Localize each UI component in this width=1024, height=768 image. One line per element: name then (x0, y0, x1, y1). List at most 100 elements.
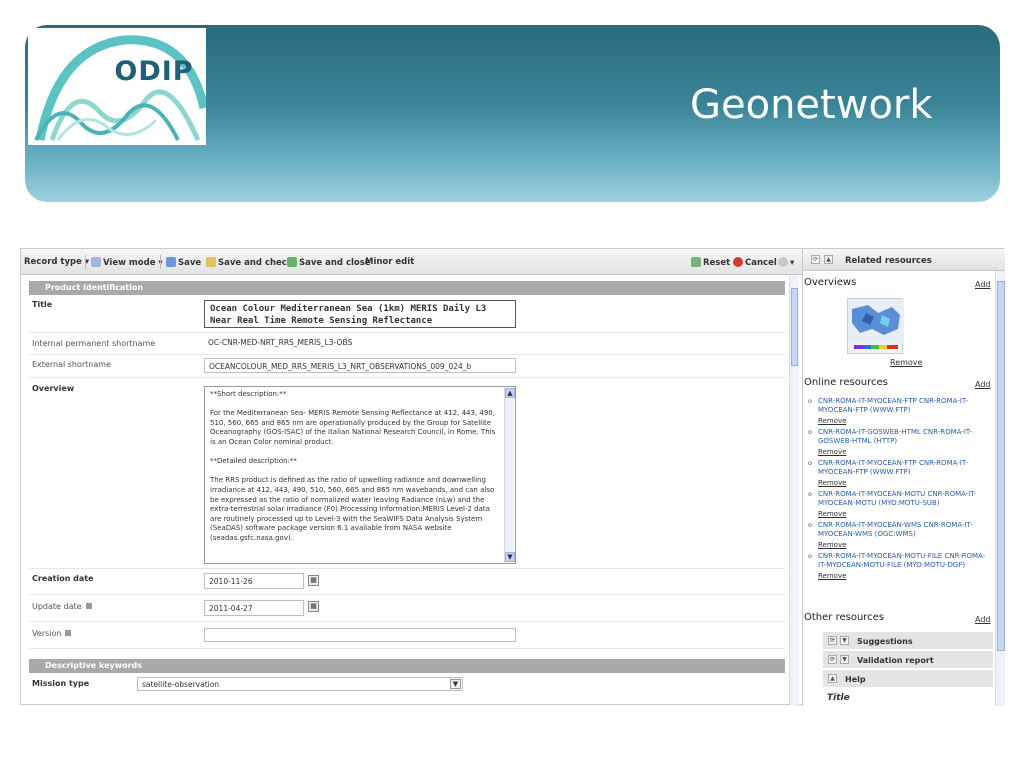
online-resource-link[interactable]: CNR-ROMA-IT-MYOCEAN-FTP CNR-ROMA-IT-MYOC… (818, 459, 968, 476)
online-resource-item[interactable]: CNR-ROMA-IT-MYOCEAN-FTP CNR-ROMA-IT-MYOC… (808, 397, 990, 426)
info-icon (85, 603, 92, 609)
refresh-icon[interactable]: ⟳ (828, 655, 837, 664)
save-icon (166, 257, 176, 267)
logo-text: ODIP (114, 56, 194, 87)
save-check-icon (206, 257, 216, 267)
section-product-identification[interactable]: Product identification (29, 281, 785, 295)
save-and-close-button[interactable]: Save and close (287, 257, 371, 268)
external-shortname-label: External shortname (32, 360, 111, 369)
related-resources-scrollbar[interactable] (995, 271, 1005, 706)
settings-menu[interactable]: ▾ (778, 257, 794, 268)
slide-title: Geonetwork (690, 82, 933, 128)
help-label: Help (845, 675, 866, 684)
creation-date-field[interactable]: 2010-11-26 (204, 573, 304, 589)
row-divider (29, 568, 785, 569)
internal-shortname-value: OC-CNR-MED-NRT_RRS_MERIS_L3-OBS (204, 336, 516, 350)
remove-overview-link[interactable]: Remove (890, 358, 922, 367)
mission-type-select[interactable]: satellite-observation ▼ (137, 677, 463, 691)
form-scrollbar[interactable] (789, 276, 799, 706)
add-online-resource-link[interactable]: Add (975, 380, 991, 389)
remove-link[interactable]: Remove (818, 541, 990, 550)
overview-paragraph: The RRS product is defined as the ratio … (210, 476, 495, 542)
version-label: Version (32, 629, 72, 638)
suggestions-panel-header[interactable]: ⟳ ▼ Suggestions (823, 632, 993, 650)
online-resource-item[interactable]: CNR-ROMA-IT-GOSWEB-HTML CNR-ROMA-IT-GOSW… (808, 428, 990, 457)
online-resource-item[interactable]: CNR-ROMA-IT-MYOCEAN-FTP CNR-ROMA-IT-MYOC… (808, 459, 990, 488)
save-and-check-button[interactable]: Save and check (206, 257, 293, 268)
help-panel-header[interactable]: ▲ Help (823, 670, 993, 688)
scroll-up-icon[interactable]: ▲ (505, 388, 515, 398)
online-resource-item[interactable]: CNR-ROMA-IT-MYOCEAN-WMS CNR-ROMA-IT-MYOC… (808, 521, 990, 550)
help-title: Title (827, 693, 850, 703)
calendar-icon[interactable]: ▦ (308, 601, 319, 612)
related-resources-scroll-thumb[interactable] (997, 281, 1005, 651)
metadata-form: Product identification Title Ocean Colou… (21, 276, 789, 706)
validation-report-label: Validation report (857, 656, 934, 665)
chevron-down-icon[interactable]: ▼ (450, 679, 461, 689)
other-resources-heading: Other resources (804, 612, 885, 623)
related-resources-title: Related resources (845, 256, 932, 266)
calendar-icon[interactable]: ▦ (308, 575, 319, 586)
online-resources-list: CNR-ROMA-IT-MYOCEAN-FTP CNR-ROMA-IT-MYOC… (808, 397, 990, 583)
overview-thumbnail[interactable] (847, 298, 904, 354)
online-resource-link[interactable]: CNR-ROMA-IT-GOSWEB-HTML CNR-ROMA-IT-GOSW… (818, 428, 972, 445)
editor-toolbar: Record type ▾ View mode ▾ Save Save and … (21, 249, 802, 275)
overview-textarea[interactable]: **Short description:** For the Mediterra… (204, 386, 516, 564)
expand-icon[interactable]: ▼ (840, 655, 849, 664)
cancel-icon (733, 257, 743, 267)
map-thumbnail-graphic (848, 299, 904, 349)
update-date-field[interactable]: 2011-04-27 (204, 600, 304, 616)
remove-link[interactable]: Remove (818, 417, 990, 426)
overview-scrollbar[interactable]: ▲ ▼ (504, 388, 515, 562)
reset-icon (691, 257, 701, 267)
remove-link[interactable]: Remove (818, 448, 990, 457)
online-resource-link[interactable]: CNR-ROMA-IT-MYOCEAN-MOTU CNR-ROMA-IT-MYO… (818, 490, 977, 507)
title-label: Title (32, 300, 53, 309)
geonetwork-editor: Record type ▾ View mode ▾ Save Save and … (20, 248, 1005, 706)
update-date-label: Update date (32, 602, 92, 611)
creation-date-label: Creation date (32, 574, 94, 583)
remove-link[interactable]: Remove (818, 510, 990, 519)
minor-edit-button[interactable]: Minor edit (365, 257, 414, 267)
online-resource-item[interactable]: CNR-ROMA-IT-MYOCEAN-MOTU-FILE CNR-ROMA-I… (808, 552, 990, 581)
mission-type-label: Mission type (32, 679, 90, 688)
refresh-icon[interactable]: ⟳ (811, 255, 820, 264)
save-button[interactable]: Save (166, 257, 201, 268)
add-overview-link[interactable]: Add (975, 280, 991, 289)
overview-paragraph: **Short description:** (210, 390, 287, 398)
validation-report-panel-header[interactable]: ⟳ ▼ Validation report (823, 651, 993, 669)
expand-icon[interactable]: ▼ (840, 636, 849, 645)
gear-icon (778, 257, 788, 267)
external-shortname-field[interactable]: OCEANCOLOUR_MED_RRS_MERIS_L3_NRT_OBSERVA… (204, 358, 516, 373)
overview-label: Overview (32, 384, 75, 393)
related-resources-panel: ⟳ ▲ Related resources Overviews Add Remo… (802, 249, 1005, 706)
remove-link[interactable]: Remove (818, 572, 990, 581)
form-scroll-thumb[interactable] (791, 288, 798, 366)
record-type-menu[interactable]: Record type ▾ (24, 257, 89, 267)
row-divider (29, 621, 785, 622)
add-other-resource-link[interactable]: Add (975, 615, 991, 624)
overview-paragraph: **Detailed description:** (210, 457, 297, 466)
online-resource-link[interactable]: CNR-ROMA-IT-MYOCEAN-MOTU-FILE CNR-ROMA-I… (818, 552, 985, 569)
odip-logo: ODIP (28, 28, 206, 145)
scroll-down-icon[interactable]: ▼ (505, 552, 515, 562)
row-divider (29, 648, 785, 649)
refresh-icon[interactable]: ⟳ (828, 636, 837, 645)
view-mode-menu[interactable]: View mode ▾ (91, 257, 163, 268)
online-resource-link[interactable]: CNR-ROMA-IT-MYOCEAN-WMS CNR-ROMA-IT-MYOC… (818, 521, 973, 538)
remove-link[interactable]: Remove (818, 479, 990, 488)
online-resource-link[interactable]: CNR-ROMA-IT-MYOCEAN-FTP CNR-ROMA-IT-MYOC… (818, 397, 968, 414)
overviews-heading: Overviews (804, 277, 857, 288)
save-close-icon (287, 257, 297, 267)
reset-button[interactable]: Reset (691, 257, 730, 268)
online-resource-item[interactable]: CNR-ROMA-IT-MYOCEAN-MOTU CNR-ROMA-IT-MYO… (808, 490, 990, 519)
collapse-icon[interactable]: ▲ (824, 255, 833, 264)
cancel-button[interactable]: Cancel (733, 257, 777, 268)
title-field[interactable]: Ocean Colour Mediterranean Sea (1km) MER… (204, 300, 516, 328)
info-icon (65, 630, 72, 636)
section-descriptive-keywords[interactable]: Descriptive keywords (29, 659, 785, 673)
version-field[interactable] (204, 628, 516, 642)
collapse-icon[interactable]: ▲ (828, 674, 837, 683)
overview-paragraph: For the Mediterranean Sea- MERIS Remote … (210, 409, 496, 446)
toolbar-separator (85, 255, 86, 269)
